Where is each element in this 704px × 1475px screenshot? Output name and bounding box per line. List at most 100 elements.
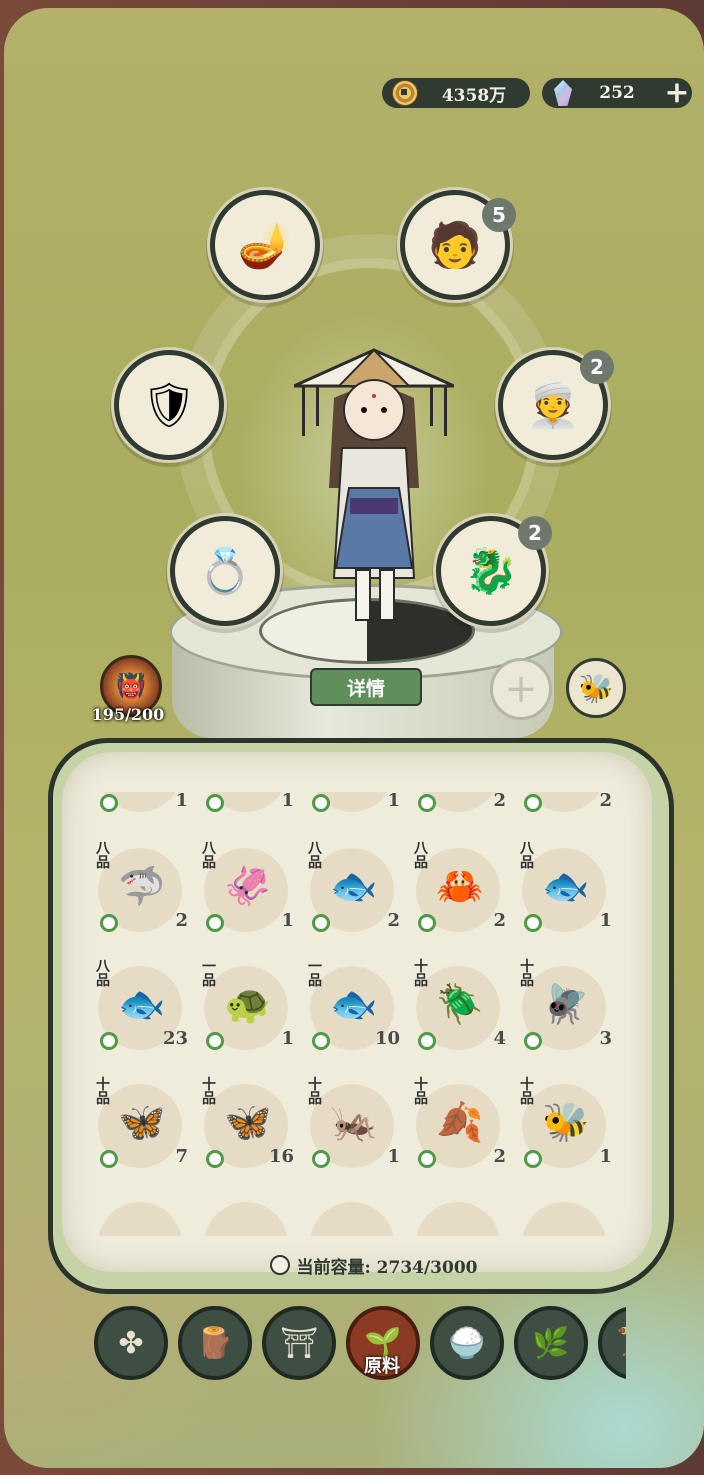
item-tier-label: 八品 bbox=[520, 841, 534, 871]
item-backdrop bbox=[522, 1202, 606, 1236]
item-tier-label: 十品 bbox=[520, 1077, 534, 1107]
companion-portrait-icon: 🧑 bbox=[427, 220, 483, 271]
item-icon: 🦈 bbox=[118, 864, 166, 908]
inventory-item[interactable]: 🦋 十品 16 bbox=[196, 1074, 300, 1174]
capacity-indicator: 当前容量: 2734/3000 bbox=[254, 1252, 494, 1278]
coin-amount: 4358万 bbox=[441, 85, 507, 106]
inventory-item[interactable]: 🦀 八品 2 bbox=[408, 838, 512, 938]
demon-face-icon: 👹 bbox=[116, 672, 146, 700]
item-tier-label: 一品 bbox=[308, 959, 322, 989]
inventory-item[interactable]: 🦑 八品 1 bbox=[196, 838, 300, 938]
item-count: 1 bbox=[281, 910, 294, 931]
item-tier-label: 八品 bbox=[308, 841, 322, 871]
item-tier-label: 八品 bbox=[414, 841, 428, 871]
item-status-ring-icon bbox=[524, 794, 542, 812]
item-status-ring-icon bbox=[206, 914, 224, 932]
detail-button[interactable]: 详情 bbox=[310, 668, 422, 706]
item-status-ring-icon bbox=[312, 914, 330, 932]
equip-slot-lamp[interactable]: 🪔 bbox=[210, 190, 320, 300]
capacity-text: 当前容量: 2734/3000 bbox=[296, 1257, 478, 1278]
add-gems-button[interactable]: + bbox=[662, 78, 692, 108]
inventory-item[interactable]: 🐟2 bbox=[408, 792, 512, 818]
equip-slot-armor[interactable]: 🛡 bbox=[114, 350, 224, 460]
inventory-item[interactable]: 🦞1 bbox=[302, 792, 406, 818]
tab-all[interactable]: ✤ bbox=[94, 1306, 168, 1380]
item-tier-label: 一品 bbox=[202, 959, 216, 989]
item-count: 2 bbox=[493, 1146, 506, 1167]
inventory-item[interactable]: 🐠2 bbox=[514, 792, 618, 818]
inventory-item[interactable]: 🐝 十品 1 bbox=[514, 1074, 618, 1174]
item-status-ring-icon bbox=[524, 1150, 542, 1168]
inventory-item[interactable]: 🍂 十品 2 bbox=[408, 1074, 512, 1174]
tab-building[interactable]: ⛩ bbox=[262, 1306, 336, 1380]
item-icon: 🦀 bbox=[436, 864, 484, 908]
item-icon: 🐟 bbox=[330, 982, 378, 1026]
inventory-item[interactable]: 🐟 八品 1 bbox=[514, 838, 618, 938]
coin-display[interactable]: 4358万 bbox=[382, 78, 530, 108]
equip-slot-ring[interactable]: 💍 bbox=[170, 516, 280, 626]
pet-slot-bee[interactable]: 🐝 bbox=[566, 658, 626, 718]
item-status-ring-icon bbox=[312, 1032, 330, 1050]
item-count: 2 bbox=[493, 792, 506, 811]
item-tier-label: 十品 bbox=[414, 959, 428, 989]
inventory-item[interactable]: 🦋 十品 7 bbox=[90, 1074, 194, 1174]
boss-counter: 195/200 bbox=[91, 705, 165, 724]
item-count: 1 bbox=[599, 1146, 612, 1167]
player-character[interactable] bbox=[294, 348, 454, 628]
item-status-ring-icon bbox=[100, 794, 118, 812]
item-count: 3 bbox=[599, 1028, 612, 1049]
inventory-item[interactable]: 🐟 八品 2 bbox=[302, 838, 406, 938]
bee-icon: 🐝 bbox=[578, 671, 614, 705]
tab-herb[interactable]: 🌿 bbox=[514, 1306, 588, 1380]
item-status-ring-icon bbox=[206, 794, 224, 812]
tab-food[interactable]: 🍚 bbox=[430, 1306, 504, 1380]
add-pet-slot-button[interactable]: + bbox=[490, 658, 552, 720]
item-count: 2 bbox=[493, 910, 506, 931]
item-tier-label: 八品 bbox=[96, 959, 110, 989]
inventory-item[interactable]: 🐟 八品 23 bbox=[90, 956, 194, 1056]
item-count: 1 bbox=[599, 910, 612, 931]
item-status-ring-icon bbox=[418, 1032, 436, 1050]
item-tier-label: 十品 bbox=[202, 1077, 216, 1107]
item-icon: 🦗 bbox=[330, 1100, 378, 1144]
inventory-item[interactable]: 🦈 八品 2 bbox=[90, 838, 194, 938]
inventory-item[interactable] bbox=[514, 1192, 618, 1236]
scroll-icon: 📜 bbox=[616, 1326, 626, 1361]
inventory-item[interactable] bbox=[408, 1192, 512, 1236]
tab-scroll[interactable]: 📜 bbox=[598, 1306, 626, 1380]
item-status-ring-icon bbox=[312, 794, 330, 812]
item-backdrop bbox=[98, 1202, 182, 1236]
item-count: 4 bbox=[493, 1028, 506, 1049]
item-status-ring-icon bbox=[418, 1150, 436, 1168]
item-icon: 🐢 bbox=[224, 982, 272, 1026]
inventory-item[interactable]: 🐟 一品 10 bbox=[302, 956, 406, 1056]
item-count: 7 bbox=[175, 1146, 188, 1167]
item-tier-label: 十品 bbox=[308, 1077, 322, 1107]
inventory-item[interactable]: 🐟1 bbox=[90, 792, 194, 818]
companion-portrait-icon: 👳 bbox=[525, 380, 581, 431]
ring-icon: 💍 bbox=[197, 546, 253, 597]
inventory-item[interactable]: 🐢 一品 1 bbox=[196, 956, 300, 1056]
item-icon: 🪰 bbox=[542, 982, 590, 1026]
inventory-item[interactable]: 🪰 十品 3 bbox=[514, 956, 618, 1056]
companion-1-level-badge: 5 bbox=[482, 198, 516, 232]
inventory-grid[interactable]: 🐟1🐟1🦞1🐟2🐠2🦈八品2🦑八品1🐟八品2🦀八品2🐟八品1🐟八品23🐢一品1🐟… bbox=[90, 792, 630, 1236]
lotus-lamp-icon: 🪔 bbox=[237, 220, 293, 271]
gem-amount: 252 bbox=[599, 83, 635, 103]
tab-wood[interactable]: 🪵 bbox=[178, 1306, 252, 1380]
inventory-item[interactable] bbox=[302, 1192, 406, 1236]
item-tier-label: 八品 bbox=[202, 841, 216, 871]
inventory-item[interactable] bbox=[196, 1192, 300, 1236]
item-backdrop bbox=[310, 1202, 394, 1236]
all-icon: ✤ bbox=[118, 1325, 144, 1361]
inventory-item[interactable]: 🦗 十品 1 bbox=[302, 1074, 406, 1174]
inventory-item[interactable]: 🪲 十品 4 bbox=[408, 956, 512, 1056]
item-icon: 🐟 bbox=[118, 982, 166, 1026]
item-icon: 🦋 bbox=[118, 1100, 166, 1144]
inventory-item[interactable]: 🐟1 bbox=[196, 792, 300, 818]
item-tier-label: 八品 bbox=[96, 841, 110, 871]
item-status-ring-icon bbox=[206, 1032, 224, 1050]
item-count: 10 bbox=[374, 1028, 400, 1049]
item-tier-label: 十品 bbox=[96, 1077, 110, 1107]
inventory-item[interactable] bbox=[90, 1192, 194, 1236]
